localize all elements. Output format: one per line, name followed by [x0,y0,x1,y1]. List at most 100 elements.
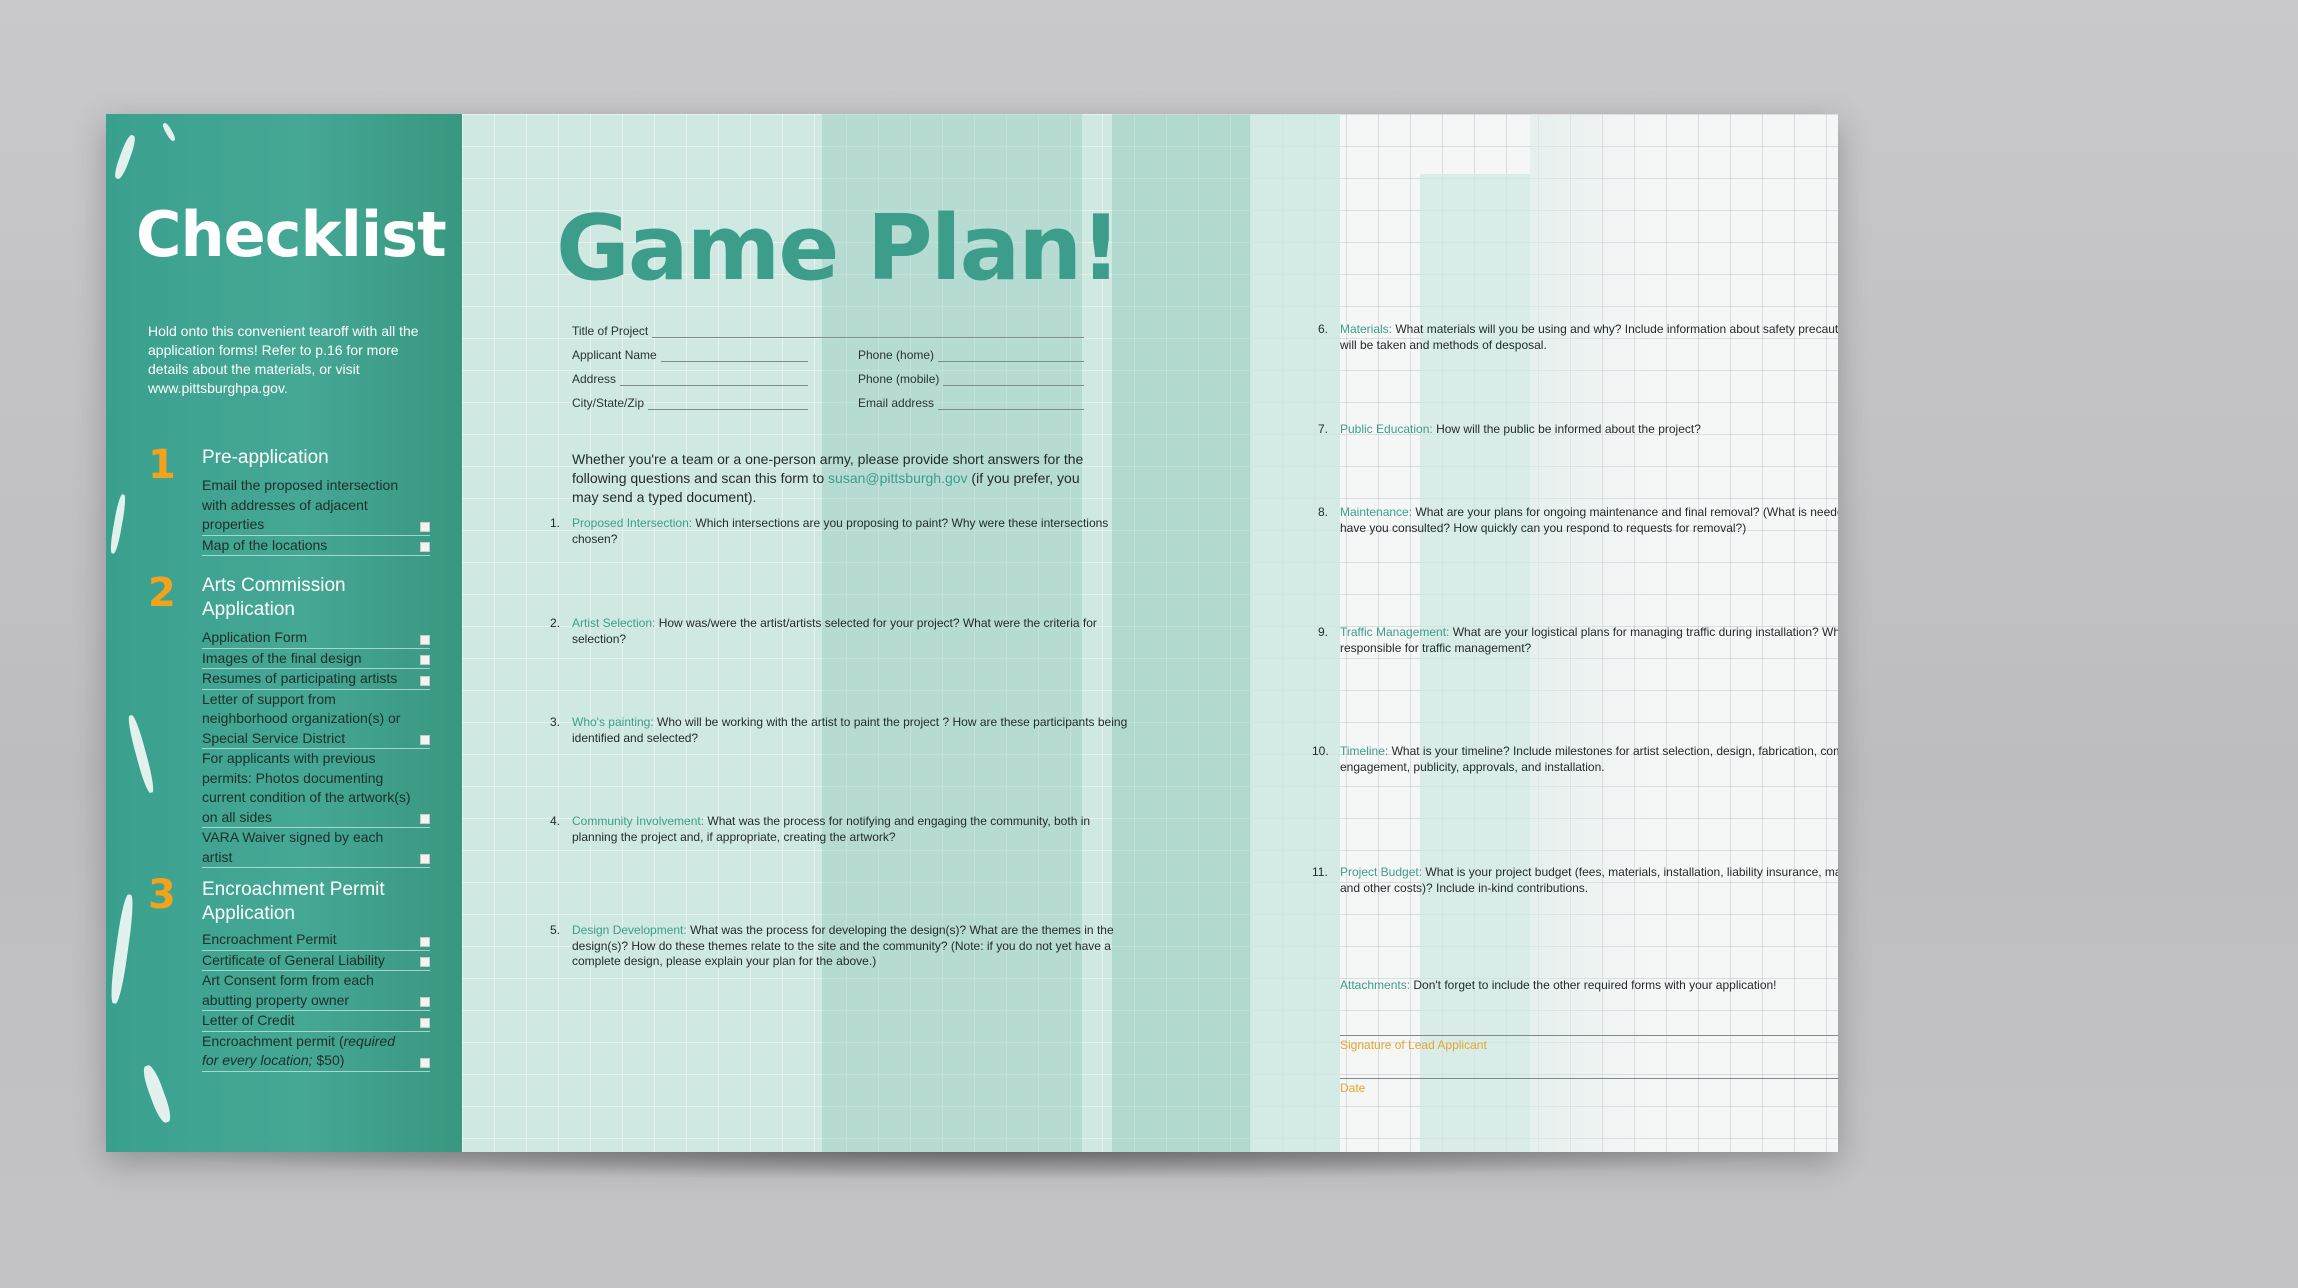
page-shading [1112,114,1250,1152]
question-3: 3. Who's painting: Who will be working wi… [550,715,1132,746]
checkbox[interactable] [420,997,430,1007]
question-label: Community Involvement: [572,814,705,828]
signature-line[interactable]: Signature of Lead Applicant [1340,1035,1838,1052]
question-number: 1. [550,516,561,530]
checkbox[interactable] [420,634,430,645]
fill-in-line[interactable] [938,399,1084,410]
checklist-item[interactable]: Letter of Credit [202,1011,430,1032]
scratch-texture [125,714,157,794]
checklist-item-label: Application Form [202,629,308,645]
checklist-title: Checklist [136,198,447,271]
checklist-item[interactable]: Resumes of participating artists [202,669,430,690]
section-3-items: Encroachment Permit Certificate of Gener… [202,930,430,1072]
question-number: 2. [550,616,561,630]
checkbox[interactable] [420,1057,430,1068]
checklist-item[interactable]: Art Consent form from each abutting prop… [202,971,430,1011]
question-number: 9. [1318,625,1329,639]
checklist-item[interactable]: Encroachment permit (required for every … [202,1032,430,1072]
city-state-zip-field[interactable]: City/State/Zip [572,396,808,410]
fill-in-line[interactable] [938,351,1084,362]
checkbox[interactable] [420,957,430,967]
checklist-item-fee: $50) [312,1052,345,1068]
section-number-3: 3 [148,872,176,918]
checklist-item[interactable]: Email the proposed intersection with add… [202,476,430,536]
question-label: Maintenance: [1340,505,1413,519]
question-number: 6. [1318,322,1329,336]
question-1: 1. Proposed Intersection: Which intersect… [550,516,1132,547]
checklist-item[interactable]: Application Form [202,628,430,649]
question-text: Who will be working with the artist to p… [572,715,1128,745]
checklist-item[interactable]: Images of the final design [202,649,430,669]
checklist-item-label: Art Consent form from each abutting prop… [202,972,374,1008]
question-number: 7. [1318,422,1329,436]
scratch-texture [161,121,177,143]
checkbox[interactable] [420,735,430,745]
scratch-texture [140,1063,174,1125]
checkbox[interactable] [420,854,430,864]
email-address-field[interactable]: Email address [858,396,1084,410]
fill-in-line[interactable] [620,375,808,386]
checkbox[interactable] [420,521,430,532]
checklist-item-label: Encroachment permit ( [202,1032,344,1049]
checklist-item-label: Resumes of participating artists [202,670,398,686]
email-link[interactable]: susan@pittsburgh.gov [828,470,968,486]
checkbox[interactable] [420,542,430,552]
title-of-project-field[interactable]: Title of Project [572,324,1084,338]
attachments-note: Attachments: Don't forget to include the… [1340,978,1838,994]
checklist-item[interactable]: Encroachment Permit [202,930,430,951]
checklist-item-label: For applicants with previous permits: Ph… [202,750,411,825]
checklist-item[interactable]: Certificate of General Liability [202,951,430,971]
question-5: 5. Design Development: What was the proce… [550,923,1132,970]
section-title-pre-application: Pre-application [202,447,329,468]
question-text: How will the public be informed about th… [1432,422,1701,436]
checklist-item[interactable]: VARA Waiver signed by each artist [202,828,430,868]
phone-home-field[interactable]: Phone (home) [858,348,1084,362]
question-11: 11. Project Budget: What is your project … [1312,865,1838,896]
fill-in-line[interactable] [943,375,1084,386]
question-number: 8. [1318,505,1329,519]
question-label: Timeline: [1340,744,1389,758]
signature-label: Signature of Lead Applicant [1340,1038,1487,1052]
field-label: Email address [858,396,935,410]
date-line[interactable]: Date [1340,1078,1838,1095]
section-1-items: Email the proposed intersection with add… [202,476,430,556]
question-label: Proposed Intersection: [572,516,693,530]
phone-mobile-field[interactable]: Phone (mobile) [858,372,1084,386]
fill-in-line[interactable] [652,327,1084,338]
question-text: What are your plans for ongoing maintena… [1340,505,1838,535]
attachments-label: Attachments: [1340,978,1411,992]
game-plan-intro: Whether you're a team or a one-person ar… [572,450,1092,507]
checklist-item-label: Certificate of General Liability [202,951,385,968]
applicant-name-field[interactable]: Applicant Name [572,348,808,362]
question-8: 8. Maintenance: What are your plans for o… [1318,505,1838,536]
brochure-spread: Checklist Hold onto this convenient tear… [106,114,1838,1152]
address-field[interactable]: Address [572,372,808,386]
question-text: What materials will you be using and why… [1340,322,1838,352]
checklist-item[interactable]: Letter of support from neighborhood orga… [202,690,430,749]
field-label: Phone (home) [858,348,935,362]
checkbox[interactable] [420,936,430,947]
checklist-item-label: VARA Waiver signed by each artist [202,829,384,865]
field-label: Address [572,372,617,386]
checkbox[interactable] [420,1017,430,1028]
field-label: City/State/Zip [572,396,645,410]
scratch-texture [112,133,138,181]
fill-in-line[interactable] [648,399,808,410]
page-shading [1420,174,1530,1152]
checklist-item[interactable]: For applicants with previous permits: Ph… [202,749,430,828]
question-number: 11. [1312,865,1328,879]
checkbox[interactable] [420,655,430,665]
checklist-item-label: Map of the locations [202,536,328,553]
question-number: 5. [550,923,561,937]
question-label: Design Development: [572,923,687,937]
game-plan-title: Game Plan! [556,196,1121,301]
checkbox[interactable] [420,814,430,824]
checklist-tearoff: Checklist Hold onto this convenient tear… [106,114,462,1152]
scratch-texture [108,493,128,555]
question-number: 10. [1312,744,1329,758]
question-label: Public Education: [1340,422,1433,436]
checklist-item[interactable]: Map of the locations [202,536,430,556]
checkbox[interactable] [420,675,430,686]
section-title-arts-commission: Arts Commission Application [202,575,346,620]
fill-in-line[interactable] [660,351,808,362]
